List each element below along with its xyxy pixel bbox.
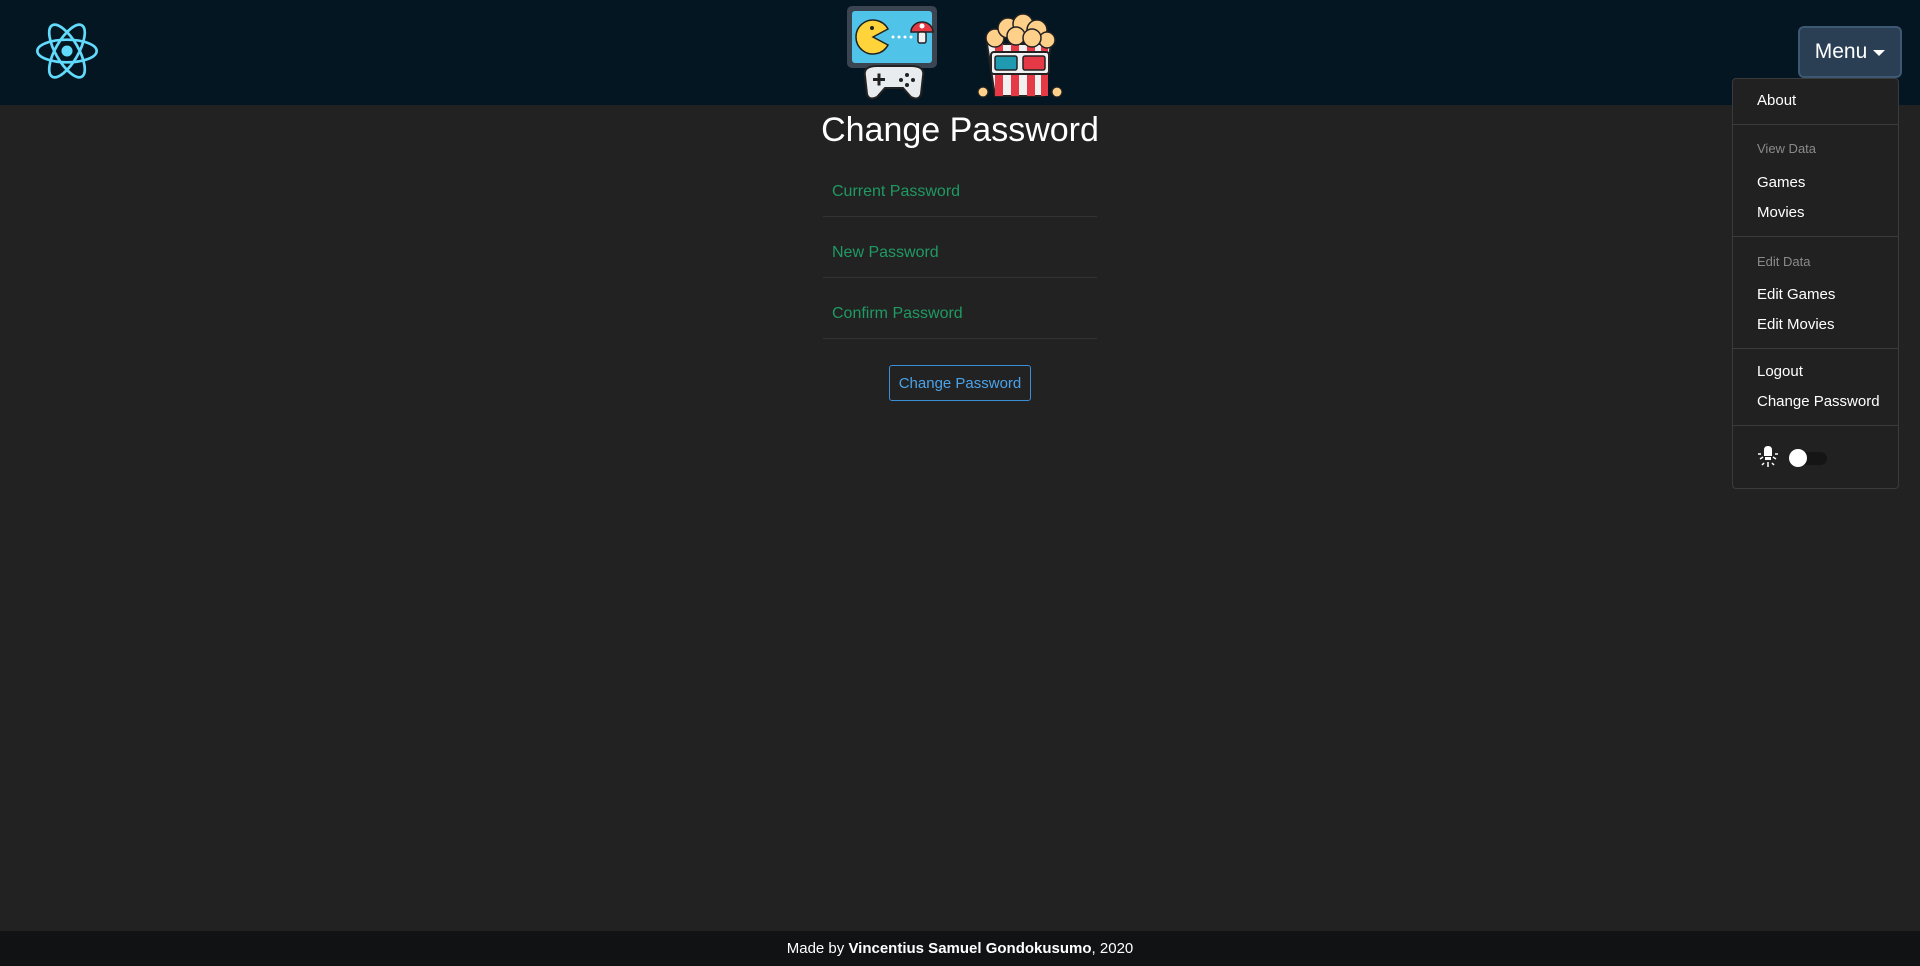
dropdown-item-edit-games[interactable]: Edit Games [1757,286,1835,303]
menu-dropdown-button[interactable]: Menu [1798,26,1902,78]
react-logo-icon[interactable] [36,23,98,79]
dropdown-divider [1733,236,1898,237]
caret-down-icon [1873,50,1886,56]
dropdown-item-edit-movies[interactable]: Edit Movies [1757,316,1835,333]
dropdown-item-games[interactable]: Games [1757,174,1805,191]
footer-prefix: Made by [786,940,849,957]
change-password-button[interactable]: Change Password [889,365,1031,401]
games-and-movies-banner-icon [847,6,1063,100]
dropdown-item-logout[interactable]: Logout [1757,363,1803,380]
menu-button-label: Menu [1814,40,1868,63]
dropdown-item-movies[interactable]: Movies [1757,204,1805,221]
toggle-knob [1789,449,1807,467]
top-navbar: Menu [0,0,1920,105]
footer: Made by Vincentius Samuel Gondokusumo, 2… [0,931,1920,966]
page-title: Change Password [821,111,1099,149]
footer-suffix: , 2020 [1091,940,1134,957]
dropdown-divider [1733,425,1898,426]
footer-author: Vincentius Samuel Gondokusumo [848,940,1092,957]
dropdown-item-change-password[interactable]: Change Password [1757,393,1880,410]
light-bulb-icon [1758,446,1778,467]
confirm-password-input[interactable] [823,289,1097,339]
current-password-input[interactable] [823,167,1097,217]
new-password-input[interactable] [823,228,1097,278]
dropdown-divider [1733,348,1898,349]
dropdown-item-about[interactable]: About [1757,92,1796,109]
dropdown-header-edit-data: Edit Data [1757,254,1811,269]
theme-toggle-switch[interactable] [1789,449,1827,467]
